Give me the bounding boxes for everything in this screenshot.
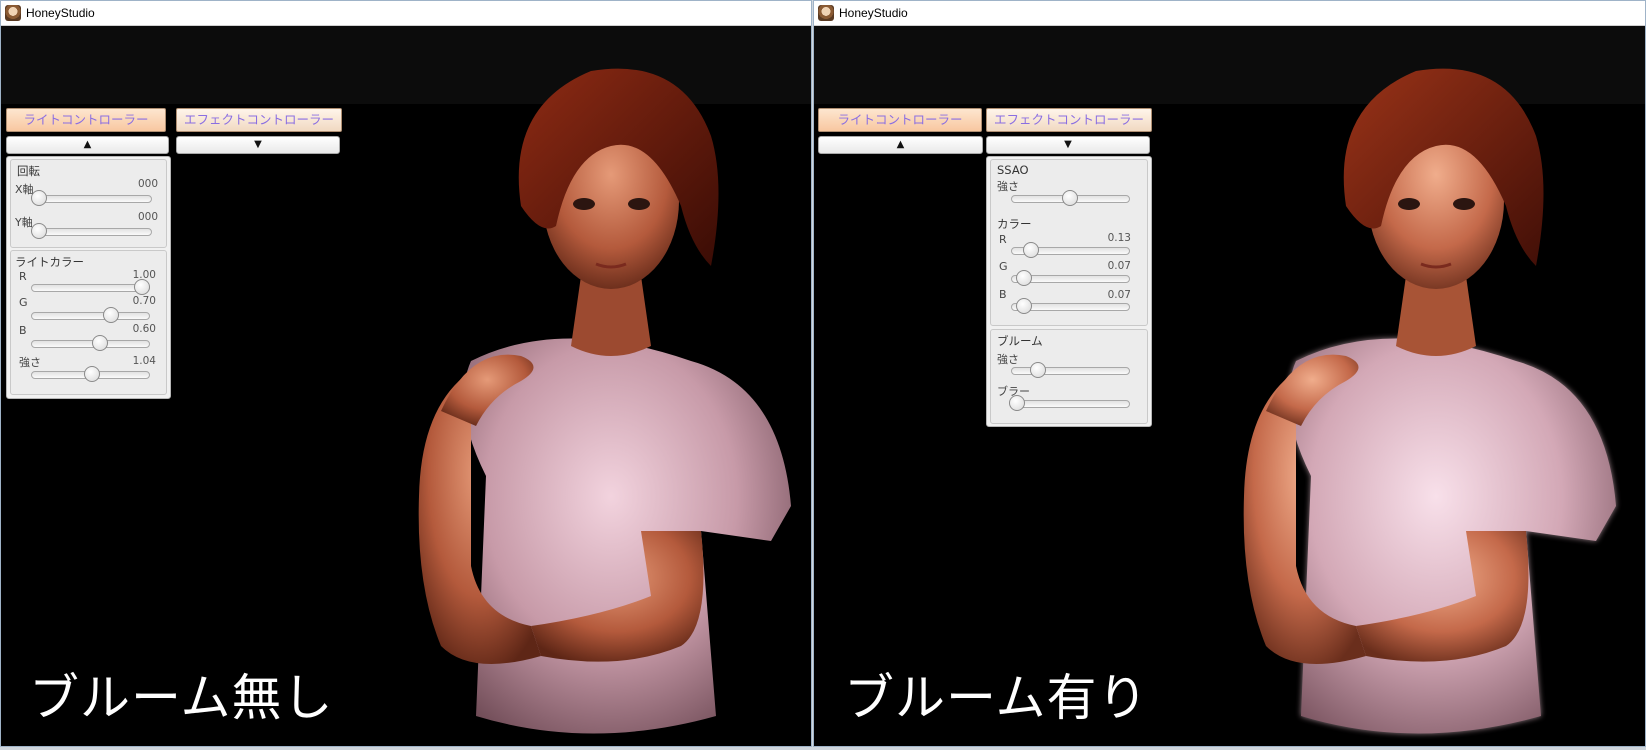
g-label: G	[19, 296, 28, 309]
tab-effect-controller[interactable]: エフェクトコントローラー	[986, 108, 1152, 132]
tab-light-controller[interactable]: ライトコントローラー	[6, 108, 166, 132]
tab-effect-controller[interactable]: エフェクトコントローラー	[176, 108, 342, 132]
expand-effect-button[interactable]: ▼	[986, 136, 1150, 154]
bloom-header: ブルーム	[997, 334, 1043, 348]
window-title: HoneyStudio	[26, 6, 95, 20]
ssao-r-value: 0.13	[1107, 232, 1131, 244]
r-slider[interactable]	[31, 284, 150, 292]
ssao-g-slider-knob[interactable]	[1016, 270, 1033, 286]
comparison-caption: ブルーム無し	[29, 669, 334, 727]
ssao-header: SSAO	[997, 163, 1029, 177]
b-slider-knob[interactable]	[92, 335, 108, 351]
r-slider-knob[interactable]	[134, 279, 150, 295]
x-axis-value: 000	[137, 178, 158, 190]
x-axis-slider[interactable]	[33, 195, 152, 203]
title-bar[interactable]: HoneyStudio	[814, 1, 1645, 26]
g-value: 0.70	[132, 295, 156, 307]
strength-value: 1.04	[132, 355, 156, 367]
r-value: 1.00	[132, 269, 156, 281]
ssao-b-slider-knob[interactable]	[1016, 298, 1033, 314]
ssao-strength-label: 強さ	[997, 180, 1019, 193]
y-axis-value: 000	[137, 211, 158, 223]
x-axis-slider-knob[interactable]	[31, 190, 47, 206]
rotation-header: 回転	[17, 164, 40, 178]
b-value: 0.60	[132, 323, 156, 335]
eye-right-shape	[628, 198, 650, 210]
b-label: B	[19, 324, 27, 337]
comparison-caption: ブルーム有り	[844, 669, 1149, 727]
collapse-light-button[interactable]: ▲	[818, 136, 983, 154]
effect-controller-panel: SSAO 強さ カラー R 0.13 G 0.07 B 0.07 ブルーム 強さ…	[986, 156, 1152, 427]
right-window: HoneyStudio ブルーム有り ライトコントローラー エフェクトコントロー…	[813, 0, 1646, 747]
ssao-g-label: G	[999, 260, 1008, 273]
y-axis-slider-knob[interactable]	[31, 223, 47, 239]
y-axis-label: Y軸	[15, 216, 33, 229]
ssao-b-value: 0.07	[1107, 289, 1131, 301]
bloom-section: ブルーム 強さ ブラー	[990, 329, 1148, 424]
g-slider[interactable]	[31, 312, 150, 320]
ssao-g-value: 0.07	[1107, 260, 1131, 272]
left-window: HoneyStudio ブルーム無し ライトコントローラー エフェクトコントロー…	[0, 0, 812, 747]
character-render[interactable]	[814, 26, 1645, 746]
g-slider-knob[interactable]	[102, 307, 119, 323]
expand-effect-button[interactable]: ▼	[176, 136, 340, 154]
bloom-blur-slider-knob[interactable]	[1009, 395, 1025, 411]
light-controller-panel: 回転 X軸 000 Y軸 000 ライトカラー R 1.00 G 0.70 B …	[6, 156, 171, 399]
bloom-strength-slider-knob[interactable]	[1030, 362, 1046, 378]
r-label: R	[19, 270, 27, 283]
tab-light-controller[interactable]: ライトコントローラー	[818, 108, 982, 132]
light-color-section: ライトカラー R 1.00 G 0.70 B 0.60 強さ 1.04	[10, 250, 167, 395]
ssao-b-label: B	[999, 288, 1007, 301]
ssao-strength-slider-knob[interactable]	[1061, 190, 1078, 206]
strength-slider-knob[interactable]	[83, 366, 100, 382]
eye-left-shape	[573, 198, 595, 210]
app-icon	[5, 5, 21, 21]
app-icon	[818, 5, 834, 21]
bloom-strength-label: 強さ	[997, 353, 1019, 366]
eye-right-shape	[1453, 198, 1475, 210]
shirt-shape	[463, 338, 791, 734]
ssao-section: SSAO 強さ カラー R 0.13 G 0.07 B 0.07	[990, 159, 1148, 326]
bloom-strength-slider[interactable]	[1011, 367, 1130, 375]
y-axis-slider[interactable]	[33, 228, 152, 236]
ssao-color-header: カラー	[997, 217, 1032, 231]
title-bar[interactable]: HoneyStudio	[1, 1, 811, 26]
eye-left-shape	[1398, 198, 1420, 210]
strength-label: 強さ	[19, 356, 41, 369]
ssao-r-label: R	[999, 233, 1007, 246]
light-color-header: ライトカラー	[15, 255, 84, 269]
rotation-section: 回転 X軸 000 Y軸 000	[10, 159, 167, 248]
collapse-light-button[interactable]: ▲	[6, 136, 169, 154]
b-slider[interactable]	[31, 340, 150, 348]
shirt-shape	[1288, 338, 1616, 734]
bloom-blur-slider[interactable]	[1011, 400, 1130, 408]
window-title: HoneyStudio	[839, 6, 908, 20]
ssao-r-slider-knob[interactable]	[1022, 242, 1039, 258]
